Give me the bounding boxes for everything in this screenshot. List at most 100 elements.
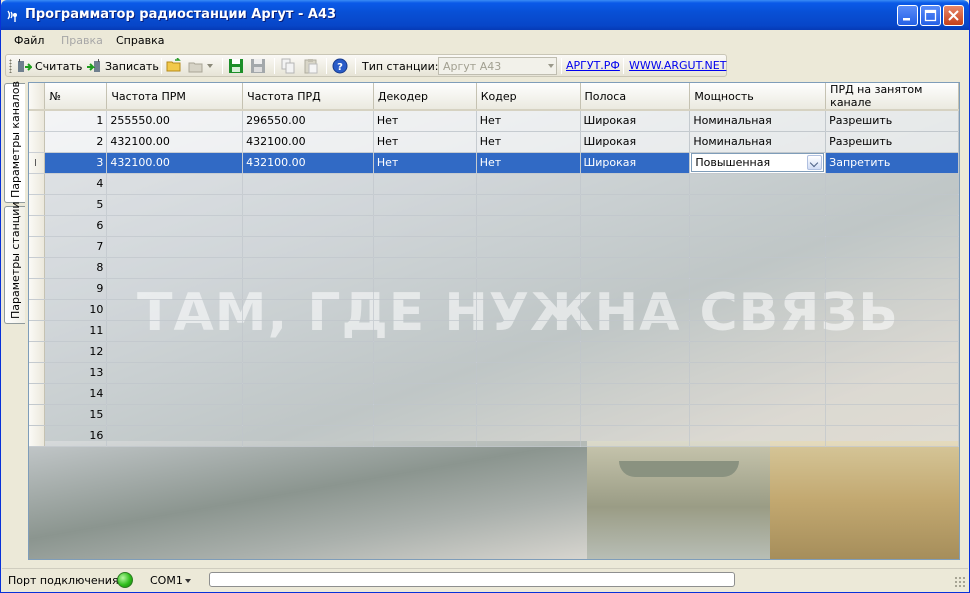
row-selector[interactable] — [29, 383, 46, 405]
cell-rx-frequency[interactable]: 255550.00 — [106, 110, 244, 132]
table-row[interactable]: 7 — [29, 236, 959, 258]
cell-number[interactable]: 14 — [44, 383, 108, 405]
cell-band[interactable] — [580, 236, 691, 258]
cell-band[interactable] — [580, 320, 691, 342]
cell-tx-frequency[interactable] — [242, 383, 374, 405]
cell-power[interactable] — [689, 194, 827, 216]
table-row[interactable]: 13 — [29, 362, 959, 384]
cell-busy-channel-tx[interactable] — [825, 362, 959, 384]
write-button[interactable]: Записать — [86, 57, 159, 75]
menu-edit[interactable]: Правка — [61, 34, 103, 47]
cell-tx-frequency[interactable] — [242, 299, 374, 321]
cell-number[interactable]: 6 — [44, 215, 108, 237]
cell-power[interactable] — [689, 341, 827, 363]
cell-decoder[interactable] — [373, 425, 477, 447]
cell-number[interactable]: 7 — [44, 236, 108, 258]
toolbar-grip[interactable] — [9, 59, 12, 73]
title-bar[interactable]: Программатор радиостанции Аргут - А43 — [1, 0, 969, 30]
table-row[interactable]: 10 — [29, 299, 959, 321]
cell-tx-frequency[interactable] — [242, 404, 374, 426]
table-row[interactable]: 14 — [29, 383, 959, 405]
cell-band[interactable] — [580, 257, 691, 279]
cell-coder[interactable] — [476, 236, 581, 258]
cell-busy-channel-tx[interactable] — [825, 278, 959, 300]
cell-coder[interactable]: Нет — [476, 110, 581, 132]
cell-tx-frequency[interactable] — [242, 194, 374, 216]
paste-button[interactable] — [303, 57, 319, 75]
row-selector[interactable] — [29, 215, 46, 237]
cell-number[interactable]: 2 — [44, 131, 108, 153]
cell-decoder[interactable] — [373, 173, 477, 195]
cell-rx-frequency[interactable] — [106, 215, 244, 237]
cell-decoder[interactable] — [373, 257, 477, 279]
cell-coder[interactable]: Нет — [476, 152, 581, 174]
cell-decoder[interactable] — [373, 236, 477, 258]
cell-busy-channel-tx[interactable] — [825, 215, 959, 237]
cell-busy-channel-tx[interactable] — [825, 236, 959, 258]
cell-number[interactable]: 4 — [44, 173, 108, 195]
cell-band[interactable]: Широкая — [580, 152, 691, 174]
cell-band[interactable] — [580, 278, 691, 300]
cell-coder[interactable] — [476, 257, 581, 279]
cell-rx-frequency[interactable]: 432100.00 — [106, 131, 244, 153]
menu-help[interactable]: Справка — [116, 34, 164, 47]
cell-power[interactable] — [689, 362, 827, 384]
cell-tx-frequency[interactable] — [242, 278, 374, 300]
cell-rx-frequency[interactable] — [106, 194, 244, 216]
cell-busy-channel-tx[interactable] — [825, 425, 959, 447]
cell-power-editor[interactable]: Повышенная — [689, 152, 827, 174]
cell-tx-frequency[interactable] — [242, 362, 374, 384]
resize-grip[interactable] — [954, 576, 966, 588]
cell-busy-channel-tx[interactable] — [825, 173, 959, 195]
cell-power[interactable] — [689, 320, 827, 342]
cell-number[interactable]: 16 — [44, 425, 108, 447]
cell-band[interactable] — [580, 362, 691, 384]
cell-rx-frequency[interactable] — [106, 278, 244, 300]
cell-number[interactable]: 1 — [44, 110, 108, 132]
column-header-rx-frequency[interactable]: Частота ПРМ — [106, 83, 244, 111]
cell-rx-frequency[interactable] — [106, 404, 244, 426]
cell-number[interactable]: 10 — [44, 299, 108, 321]
column-header-decoder[interactable]: Декодер — [373, 83, 477, 111]
cell-band[interactable] — [580, 341, 691, 363]
row-selector[interactable] — [29, 341, 46, 363]
row-header-corner[interactable] — [29, 83, 46, 111]
help-button[interactable]: ? — [332, 57, 348, 75]
table-row[interactable]: 4 — [29, 173, 959, 195]
cell-band[interactable] — [580, 215, 691, 237]
cell-coder[interactable] — [476, 299, 581, 321]
cell-busy-channel-tx[interactable] — [825, 341, 959, 363]
cell-busy-channel-tx[interactable] — [825, 194, 959, 216]
cell-number[interactable]: 15 — [44, 404, 108, 426]
cell-number[interactable]: 5 — [44, 194, 108, 216]
row-selector[interactable] — [29, 299, 46, 321]
column-header-number[interactable]: № — [44, 83, 108, 111]
cell-tx-frequency[interactable] — [242, 236, 374, 258]
cell-rx-frequency[interactable]: 432100.00 — [106, 152, 244, 174]
tab-channel-params[interactable]: Параметры каналов — [4, 81, 25, 203]
cell-tx-frequency[interactable] — [242, 173, 374, 195]
cell-power[interactable] — [689, 383, 827, 405]
cell-busy-channel-tx[interactable] — [825, 299, 959, 321]
cell-rx-frequency[interactable] — [106, 236, 244, 258]
cell-tx-frequency[interactable]: 432100.00 — [242, 152, 374, 174]
cell-number[interactable]: 12 — [44, 341, 108, 363]
cell-power[interactable]: Номинальная — [689, 110, 827, 132]
cell-power[interactable] — [689, 278, 827, 300]
cell-number[interactable]: 8 — [44, 257, 108, 279]
cell-rx-frequency[interactable] — [106, 173, 244, 195]
column-header-tx-frequency[interactable]: Частота ПРД — [242, 83, 374, 111]
cell-rx-frequency[interactable] — [106, 383, 244, 405]
row-selector[interactable]: I — [29, 152, 46, 174]
cell-decoder[interactable] — [373, 320, 477, 342]
cell-busy-channel-tx[interactable] — [825, 404, 959, 426]
cell-band[interactable]: Широкая — [580, 131, 691, 153]
read-button[interactable]: Считать — [16, 57, 82, 75]
cell-decoder[interactable]: Нет — [373, 152, 477, 174]
column-header-band[interactable]: Полоса — [580, 83, 691, 111]
cell-busy-channel-tx[interactable]: Разрешить — [825, 110, 959, 132]
cell-band[interactable] — [580, 173, 691, 195]
table-row[interactable]: 16 — [29, 425, 959, 447]
chevron-down-icon[interactable] — [807, 155, 823, 170]
cell-rx-frequency[interactable] — [106, 362, 244, 384]
